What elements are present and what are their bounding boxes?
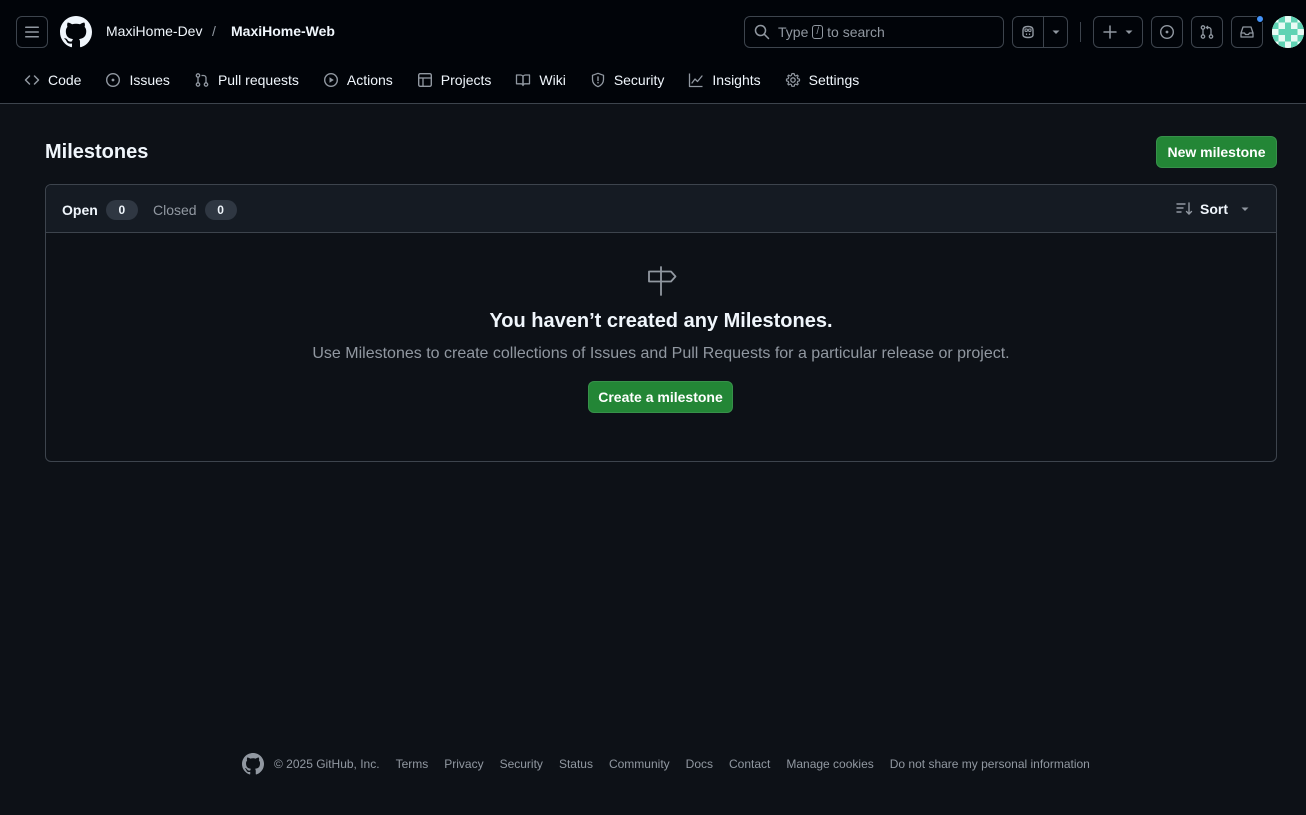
issue-opened-icon bbox=[1159, 24, 1175, 40]
tab-insights-label: Insights bbox=[712, 72, 761, 88]
footer-link-do-not-share[interactable]: Do not share my personal information bbox=[890, 757, 1090, 771]
book-icon bbox=[516, 74, 531, 87]
repo-nav: Code Issues Pull requests Actions Projec… bbox=[16, 64, 875, 96]
create-new-button[interactable] bbox=[1093, 16, 1143, 48]
code-icon bbox=[24, 75, 40, 85]
footer-link-status[interactable]: Status bbox=[559, 757, 593, 771]
shield-icon bbox=[591, 72, 604, 88]
footer: © 2025 GitHub, Inc. Terms Privacy Securi… bbox=[242, 752, 1106, 776]
menu-button[interactable] bbox=[16, 16, 48, 48]
triangle-down-icon bbox=[1241, 207, 1249, 211]
footer-link-manage-cookies[interactable]: Manage cookies bbox=[786, 757, 873, 771]
search-placeholder: Type / to search bbox=[778, 24, 885, 40]
tab-security-label: Security bbox=[613, 72, 665, 88]
tab-settings[interactable]: Settings bbox=[777, 64, 868, 96]
footer-link-contact[interactable]: Contact bbox=[729, 757, 770, 771]
graph-icon bbox=[689, 73, 704, 88]
tab-code[interactable]: Code bbox=[16, 64, 89, 96]
search-input[interactable]: Type / to search bbox=[744, 16, 1004, 48]
play-icon bbox=[323, 72, 338, 88]
triangle-down-icon bbox=[1052, 30, 1059, 34]
new-milestone-button[interactable]: New milestone bbox=[1156, 136, 1277, 168]
tab-code-label: Code bbox=[48, 72, 82, 88]
gear-icon bbox=[785, 72, 800, 87]
git-pull-request-icon bbox=[195, 73, 209, 87]
tab-closed-label: Closed bbox=[153, 202, 197, 218]
breadcrumb-repo[interactable]: MaxiHome-Web bbox=[231, 23, 335, 39]
tab-projects[interactable]: Projects bbox=[409, 64, 500, 96]
header-divider bbox=[1080, 22, 1081, 42]
footer-link-privacy[interactable]: Privacy bbox=[444, 757, 483, 771]
search-prefix: Type bbox=[778, 24, 809, 40]
tab-settings-label: Settings bbox=[808, 72, 860, 88]
issue-opened-icon bbox=[106, 72, 121, 88]
copilot-button[interactable] bbox=[1013, 17, 1044, 47]
tab-insights[interactable]: Insights bbox=[680, 64, 768, 96]
blankslate-title: You haven’t created any Milestones. bbox=[489, 310, 833, 332]
tab-security[interactable]: Security bbox=[582, 64, 673, 96]
pull-requests-button[interactable] bbox=[1191, 16, 1223, 48]
footer-link-terms[interactable]: Terms bbox=[396, 757, 429, 771]
open-count-badge: 0 bbox=[105, 200, 138, 220]
copilot-button-group bbox=[1012, 16, 1068, 48]
triangle-down-icon bbox=[1125, 30, 1133, 34]
tab-open[interactable]: Open 0 bbox=[62, 200, 138, 220]
blankslate-description: Use Milestones to create collections of … bbox=[312, 345, 1010, 362]
milestones-box-header: Open 0 Closed 0 Sort bbox=[46, 185, 1276, 233]
search-shortcut-key: / bbox=[812, 25, 824, 39]
tab-pull-requests-label: Pull requests bbox=[217, 72, 299, 88]
tab-pull-requests[interactable]: Pull requests bbox=[186, 64, 307, 96]
footer-link-security[interactable]: Security bbox=[500, 757, 543, 771]
breadcrumb-owner[interactable]: MaxiHome-Dev bbox=[106, 23, 202, 39]
tab-projects-label: Projects bbox=[440, 72, 492, 88]
footer-copyright: © 2025 GitHub, Inc. bbox=[274, 757, 380, 771]
footer-link-docs[interactable]: Docs bbox=[686, 757, 713, 771]
tab-closed[interactable]: Closed 0 bbox=[153, 200, 237, 220]
tab-issues[interactable]: Issues bbox=[97, 64, 177, 96]
tab-issues-label: Issues bbox=[129, 72, 170, 88]
tab-open-label: Open bbox=[62, 202, 98, 218]
copilot-dropdown-button[interactable] bbox=[1044, 17, 1067, 47]
search-suffix: to search bbox=[827, 24, 885, 40]
copilot-icon bbox=[1022, 25, 1034, 39]
sort-desc-icon bbox=[1176, 202, 1193, 215]
plus-icon bbox=[1103, 25, 1117, 39]
tab-wiki[interactable]: Wiki bbox=[507, 64, 573, 96]
create-milestone-button[interactable]: Create a milestone bbox=[588, 381, 733, 413]
github-logo-icon[interactable] bbox=[242, 753, 264, 775]
footer-link-community[interactable]: Community bbox=[609, 757, 670, 771]
avatar[interactable] bbox=[1272, 16, 1304, 48]
git-pull-request-icon bbox=[1200, 25, 1214, 39]
sort-label: Sort bbox=[1200, 201, 1228, 217]
github-logo-icon[interactable] bbox=[60, 16, 92, 48]
tab-actions[interactable]: Actions bbox=[315, 64, 401, 96]
tab-wiki-label: Wiki bbox=[539, 72, 566, 88]
notification-indicator bbox=[1256, 15, 1264, 23]
search-icon bbox=[754, 24, 770, 40]
tab-actions-label: Actions bbox=[346, 72, 393, 88]
milestone-icon bbox=[648, 266, 677, 296]
sort-button[interactable]: Sort bbox=[1176, 201, 1256, 217]
app-header: MaxiHome-Dev / MaxiHome-Web Type / to se… bbox=[0, 0, 1306, 104]
closed-count-badge: 0 bbox=[204, 200, 237, 220]
breadcrumb-separator: / bbox=[212, 23, 216, 39]
issues-button[interactable] bbox=[1151, 16, 1183, 48]
hamburger-icon bbox=[25, 26, 39, 38]
page-title: Milestones bbox=[45, 141, 149, 163]
inbox-icon bbox=[1240, 26, 1254, 38]
milestones-box: Open 0 Closed 0 Sort You haven’t created… bbox=[45, 184, 1277, 462]
table-icon bbox=[417, 73, 432, 88]
